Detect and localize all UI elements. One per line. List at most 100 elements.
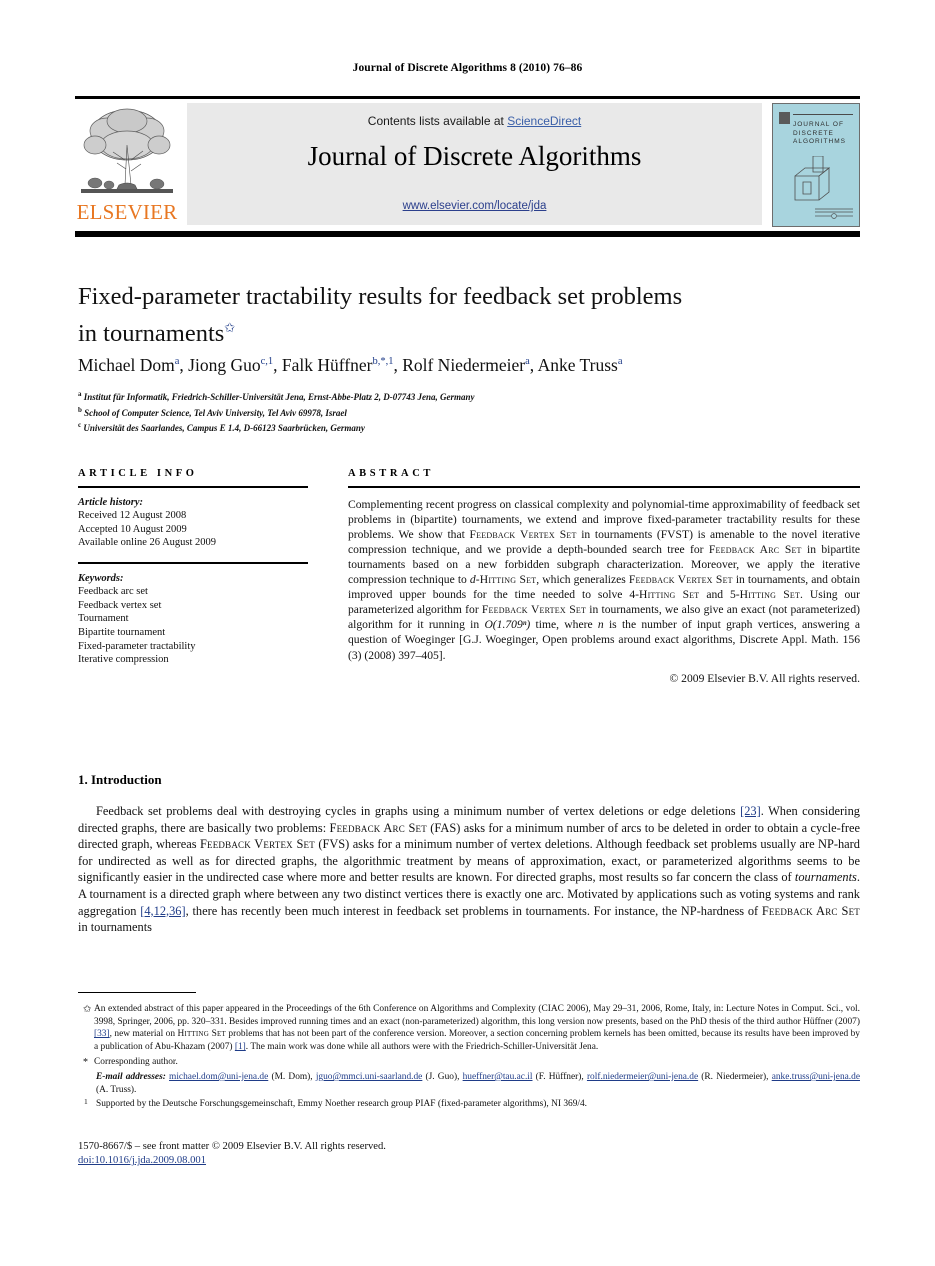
doi-link[interactable]: doi:10.1016/j.jda.2009.08.001 [78,1155,206,1166]
footnote-star: ✩ An extended abstract of this paper appe… [78,1003,860,1053]
footnote-seg: , new material on [109,1029,178,1040]
body-smallcaps: Feedback Vertex Set [199,837,315,852]
author-marks: a [174,356,180,368]
footnote-corresponding-author: * Corresponding author. [78,1056,860,1069]
sciencedirect-link[interactable]: ScienceDirect [507,114,581,128]
email-link[interactable]: rolf.niedermeier@uni-jena.de [587,1072,698,1082]
citation-link[interactable]: [4,12,36] [140,904,185,918]
email-owner: (A. Truss). [96,1084,137,1095]
journal-url-link[interactable]: www.elsevier.com/locate/jda [187,200,762,212]
cover-rule-top [793,114,853,115]
abstract-smallcaps: Hitting Set [739,588,801,602]
footnote-block: ✩ An extended abstract of this paper appe… [78,1000,860,1111]
abstract-seg: time, where [530,618,598,632]
keywords-rule [78,561,308,564]
elsevier-tree-icon [81,108,173,193]
email-owner: (F. Hüffner), [532,1071,587,1082]
body-seg: , there has recently been much interest … [185,903,762,918]
affiliation-item: b School of Computer Science, Tel Aviv U… [78,404,778,420]
elsevier-wordmark: ELSEVIER [76,200,178,224]
email-owner: (M. Dom), [268,1071,316,1082]
footnote-emails: E-mail addresses: michael.dom@uni-jena.d… [78,1071,860,1096]
elsevier-logo: ELSEVIER [75,103,179,228]
email-addresses-label: E-mail addresses: [96,1071,166,1082]
body-smallcaps: Feedback Arc Set [761,903,860,918]
abstract-seg: and 5- [699,588,740,602]
abstract-column: ABSTRACT Complementing recent progress o… [348,468,860,685]
cover-title-line2: DISCRETE [793,129,834,137]
article-info-rule [78,486,308,488]
affiliation-text: Universität des Saarlandes, Campus E 1.4… [83,423,365,434]
running-head: Journal of Discrete Algorithms 8 (2010) … [352,62,583,74]
email-link[interactable]: michael.dom@uni-jena.de [169,1072,268,1082]
author-name: Rolf Niedermeier [402,355,526,375]
author-marks: b,*,1 [372,356,394,368]
author-marks: a [617,356,623,368]
contents-available-line: Contents lists available at ScienceDirec… [187,114,762,128]
keyword-item: Iterative compression [78,654,169,666]
cover-elsevier-mark-icon [779,112,790,124]
email-link[interactable]: anke.truss@uni-jena.de [772,1072,860,1082]
cover-cube-icon [794,156,831,201]
article-title: Fixed-parameter tractability results for… [78,281,838,349]
masthead-top-rule [75,96,860,99]
journal-cover-thumbnail: JOURNAL OF DISCRETE ALGORITHMS [772,103,860,227]
abstract-smallcaps: Feedback Vertex Set [628,573,733,587]
footnote-seg: Corresponding author. [94,1057,178,1068]
keyword-item: Tournament [78,613,129,625]
footnote-separator-rule [78,992,196,994]
cover-footer-icon [815,208,853,219]
abstract-formula: O(1.709ⁿ) [484,618,531,632]
title-footnote-marker[interactable]: ✩ [224,320,235,335]
keyword-item: Feedback arc set [78,586,148,598]
body-seg: Feedback set problems deal with destroyi… [96,804,741,818]
body-italic: tournaments [794,870,857,885]
affiliation-text: Institut für Informatik, Friedrich-Schil… [83,392,475,402]
footnote-smallcaps: Hitting Set [177,1029,226,1040]
affiliation-item: c Universität des Saarlandes, Campus E 1… [78,419,778,435]
article-title-line2: in tournaments [78,320,225,348]
email-owner: (R. Niedermeier), [698,1071,772,1082]
author-name: Anke Truss [537,355,618,375]
affiliation-item: a Institut für Informatik, Friedrich-Sch… [78,388,778,404]
author-list: Michael Doma, Jiong Guoc,1, Falk Hüffner… [78,355,623,375]
article-title-line1: Fixed-parameter tractability results for… [78,283,683,310]
article-history-group: Article history: Received 12 August 2008… [78,496,308,550]
body-seg: in tournaments [78,920,152,935]
keywords-label: Keywords: [78,572,124,584]
section-heading-introduction: 1. Introduction [78,772,162,787]
affiliation-text: School of Computer Science, Tel Aviv Uni… [84,407,347,418]
affiliation-mark: c [78,421,82,430]
footnote-one: 1 Supported by the Deutsche Forschungsgem… [78,1097,860,1111]
abstract-smallcaps: Hitting Set [639,588,700,602]
abstract-text: Complementing recent progress on classic… [348,497,860,663]
affiliation-mark: b [78,405,82,414]
front-matter-line: 1570-8667/$ – see front matter © 2009 El… [78,1141,386,1152]
masthead-box: Contents lists available at ScienceDirec… [187,103,762,225]
keyword-item: Feedback vertex set [78,599,162,611]
footnote-star-marker: ✩ [83,1004,92,1015]
footnote-seg: . The main work was done while all autho… [245,1041,599,1052]
affiliation-list: a Institut für Informatik, Friedrich-Sch… [78,388,778,435]
article-first-page: Journal of Discrete Algorithms 8 (2010) … [0,0,935,1266]
citation-link[interactable]: [23] [740,804,761,818]
cover-title-line1: JOURNAL OF [793,121,844,128]
affiliation-mark: a [78,390,82,398]
email-link[interactable]: jguo@mmci.uni-saarland.de [316,1072,423,1082]
author-name: Jiong Guo [188,355,261,375]
journal-masthead: ELSEVIER Contents lists available at Sci… [75,103,860,228]
history-item: Available online 26 August 2009 [78,537,217,549]
author-name: Falk Hüffner [281,355,373,375]
keyword-item: Fixed-parameter tractability [78,640,196,652]
citation-link[interactable]: [33] [94,1029,110,1039]
body-smallcaps: Feedback Arc Set [329,820,427,835]
imprint-block: 1570-8667/$ – see front matter © 2009 El… [78,1140,678,1168]
footnote-asterisk-marker: * [83,1057,88,1069]
history-item: Received 12 August 2008 [78,510,187,522]
abstract-copyright: © 2009 Elsevier B.V. All rights reserved… [669,671,860,685]
abstract-smallcaps: Feedback Vertex Set [481,603,587,617]
citation-link[interactable]: [1] [235,1042,246,1052]
email-link[interactable]: hueffner@tau.ac.il [463,1072,533,1082]
cover-title-text: JOURNAL OF DISCRETE ALGORITHMS [793,121,846,147]
footnote-seg: An extended abstract of this paper appea… [94,1004,860,1027]
